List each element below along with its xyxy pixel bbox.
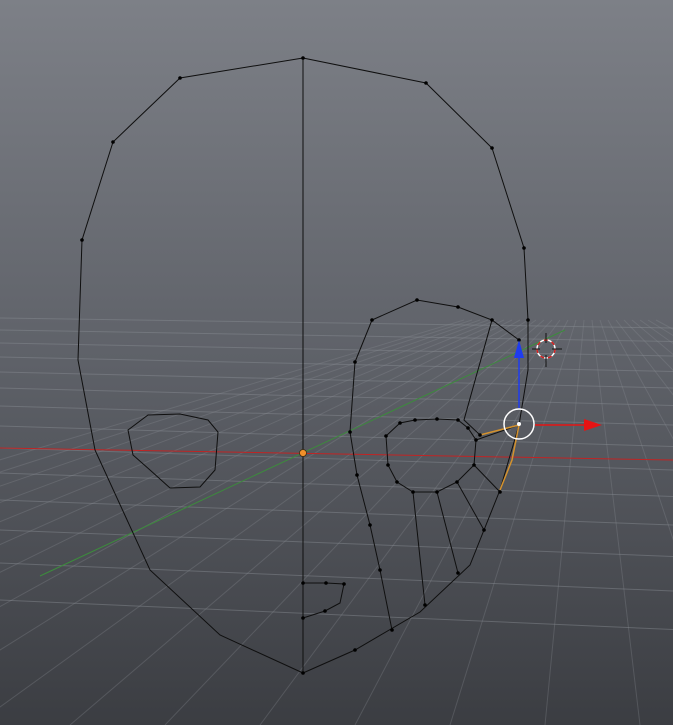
grid-line [623,319,673,371]
mesh-vertex[interactable] [478,433,482,437]
brow-loop[interactable] [349,299,520,631]
mesh-vertex[interactable] [424,81,428,85]
mesh-vertex[interactable] [395,480,399,484]
mouth-loop[interactable] [302,582,345,619]
selected-edge[interactable] [479,424,520,436]
3d-viewport[interactable] [0,0,673,725]
object-origin-icon[interactable] [299,449,307,457]
mesh-vertex[interactable] [466,426,470,430]
mesh-vertex[interactable] [355,473,359,477]
floor-grid [0,317,673,725]
grid-line [655,319,673,330]
grid-line [0,371,673,389]
mesh-vertex[interactable] [474,438,478,442]
mesh-vertex[interactable] [301,581,305,585]
mesh-vertex[interactable] [456,418,460,422]
mesh-vertex[interactable] [80,238,84,242]
mesh-vertex[interactable] [370,318,374,322]
mesh-vertex[interactable] [456,571,460,575]
grid-line [0,319,521,608]
head-outline-left[interactable] [77,57,304,674]
grid-line [0,405,673,426]
mesh-vertex[interactable] [178,76,182,80]
mesh-vertex[interactable] [522,246,526,250]
mesh-vertex[interactable] [386,463,390,467]
grid-line [631,319,673,356]
mesh-vertex[interactable] [411,490,415,494]
grid-line [0,319,465,461]
grid-line [0,472,673,497]
grid-line [639,319,673,345]
mesh-vertex[interactable] [390,628,394,632]
gizmo-center-dot[interactable] [517,422,521,426]
mesh-vertex[interactable] [353,360,357,364]
mesh-vertex[interactable] [368,523,372,527]
grid-line [449,319,577,725]
mesh-vertex[interactable] [111,140,115,144]
grid-line [0,529,673,557]
grid-line [0,319,497,523]
mesh-vertex[interactable] [384,434,388,438]
grid-line [544,319,585,725]
mesh-vertex[interactable] [323,609,327,613]
mesh-vertex[interactable] [455,480,459,484]
viewport-scene[interactable] [0,0,673,725]
gizmo-x-arrow-icon[interactable] [584,419,602,431]
grid-line [0,342,673,357]
gizmo-z-arrow-icon[interactable] [514,340,524,358]
mesh-vertex[interactable] [435,417,439,421]
mesh-vertex[interactable] [482,528,486,532]
grid-line [0,387,673,406]
mesh-vertex[interactable] [398,421,402,425]
mesh-vertex[interactable] [435,490,439,494]
mesh-vertex[interactable] [423,603,427,607]
grid-line [0,319,505,546]
grid-line [0,319,473,473]
radial-edge[interactable] [473,464,501,493]
mesh-vertex[interactable] [342,582,346,586]
face-mesh[interactable] [77,57,529,674]
mesh-vertex[interactable] [348,430,352,434]
mesh-vertex[interactable] [413,418,417,422]
grid-line [647,319,673,336]
x-axis-line [0,447,673,461]
grid-line [0,499,673,526]
mesh-vertex[interactable] [490,146,494,150]
grid-line [0,317,673,329]
mesh-vertex[interactable] [324,581,328,585]
radial-edge[interactable] [436,491,459,574]
grid-line [69,319,545,725]
mesh-vertex[interactable] [490,318,494,322]
mesh-vertex[interactable] [415,298,419,302]
mesh-vertex[interactable] [456,305,460,309]
mesh-vertex[interactable] [378,568,382,572]
grid-line [0,319,489,504]
mesh-vertex[interactable] [526,318,530,322]
grid-line [615,319,673,396]
mesh-vertex[interactable] [472,463,476,467]
mesh-vertex[interactable] [301,56,305,60]
mesh-vertex[interactable] [498,490,502,494]
mesh-vertex[interactable] [301,671,305,675]
mesh-vertex[interactable] [301,616,305,620]
mesh-vertex[interactable] [353,648,357,652]
radial-edge[interactable] [412,491,426,606]
grid-line [0,319,481,487]
